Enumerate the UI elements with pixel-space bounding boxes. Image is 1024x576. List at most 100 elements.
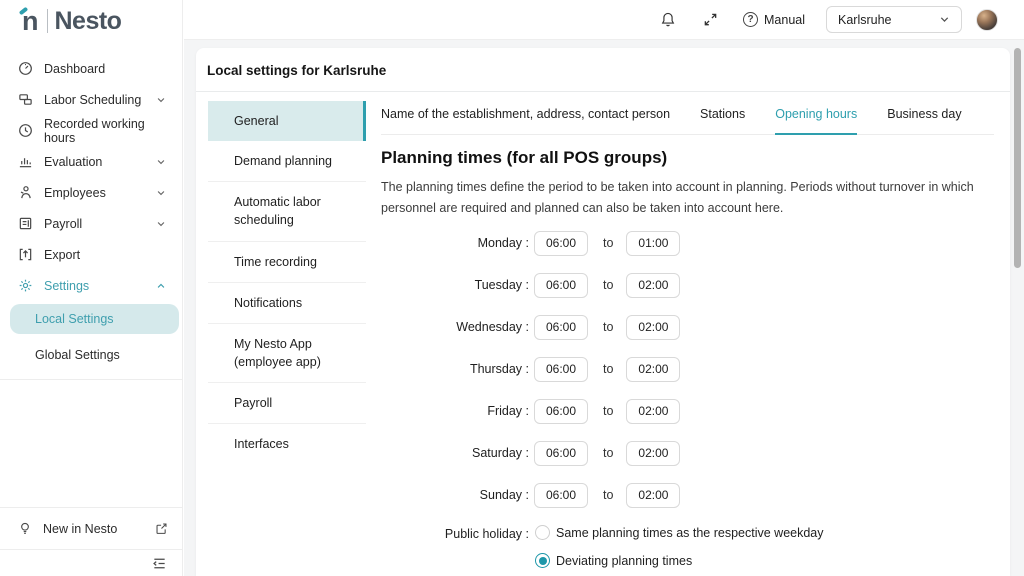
sunday-end-input[interactable] (626, 483, 680, 508)
logo-n-glyph: n (22, 8, 39, 35)
schedule-icon (18, 92, 33, 107)
tab-stations[interactable]: Stations (700, 92, 745, 134)
day-row-tuesday: Tuesday : to (381, 264, 994, 306)
clock-icon (18, 123, 33, 138)
thursday-end-input[interactable] (626, 357, 680, 382)
location-select-value: Karlsruhe (838, 13, 892, 27)
tuesday-end-input[interactable] (626, 273, 680, 298)
nav-item-label: Time recording (234, 255, 317, 269)
day-label: Tuesday : (381, 278, 529, 292)
to-label: to (603, 320, 613, 334)
day-row-monday: Monday : to (381, 222, 994, 264)
chevron-down-icon (156, 157, 166, 167)
day-row-friday: Friday : to (381, 390, 994, 432)
settings-nav: General Demand planning Automatic labor … (196, 92, 366, 576)
chevron-down-icon (156, 95, 166, 105)
manual-label: Manual (764, 13, 805, 27)
notifications-bell-icon[interactable] (660, 11, 676, 28)
content-area: Local settings for Karlsruhe General Dem… (184, 40, 1024, 576)
logo-divider (47, 9, 48, 33)
sidebar-item-label: Employees (44, 186, 106, 200)
settings-nav-automatic-labor-scheduling[interactable]: Automatic labor scheduling (208, 182, 366, 241)
sidebar-item-recorded-working-hours[interactable]: Recorded working hours (0, 115, 182, 146)
settings-nav-general[interactable]: General (208, 101, 366, 141)
sidebar: n Nesto Dashboard Labor Scheduling (0, 0, 183, 576)
nav-item-label: My Nesto App (employee app) (234, 337, 321, 369)
sidebar-item-label: Evaluation (44, 155, 102, 169)
radio-deviating-planning-times[interactable]: Deviating planning times (535, 553, 824, 568)
day-label: Monday : (381, 236, 529, 250)
person-icon (18, 185, 33, 200)
nav-item-label: Interfaces (234, 437, 289, 451)
sidebar-divider (0, 379, 182, 380)
settings-pane: Name of the establishment, address, cont… (366, 92, 1010, 576)
sidebar-item-label: Labor Scheduling (44, 93, 141, 107)
tab-bar: Name of the establishment, address, cont… (381, 92, 994, 135)
friday-end-input[interactable] (626, 399, 680, 424)
to-label: to (603, 404, 613, 418)
saturday-end-input[interactable] (626, 441, 680, 466)
day-label: Wednesday : (381, 320, 529, 334)
sunday-start-input[interactable] (534, 483, 588, 508)
friday-start-input[interactable] (534, 399, 588, 424)
sidebar-item-global-settings[interactable]: Global Settings (0, 340, 182, 370)
external-link-icon (155, 522, 168, 535)
sidebar-item-dashboard[interactable]: Dashboard (0, 53, 182, 84)
radio-unchecked-icon (535, 525, 550, 540)
new-in-nesto-link[interactable]: New in Nesto (0, 507, 182, 549)
tab-name-address-contact[interactable]: Name of the establishment, address, cont… (381, 92, 670, 134)
sidebar-item-settings[interactable]: Settings (0, 270, 182, 301)
saturday-start-input[interactable] (534, 441, 588, 466)
sidebar-item-labor-scheduling[interactable]: Labor Scheduling (0, 84, 182, 115)
user-avatar[interactable] (976, 9, 998, 31)
sidebar-item-employees[interactable]: Employees (0, 177, 182, 208)
fullscreen-expand-icon[interactable] (703, 12, 718, 27)
bar-chart-icon (18, 154, 33, 169)
chevron-up-icon (156, 281, 166, 291)
vertical-scrollbar-thumb[interactable] (1014, 48, 1021, 268)
settings-nav-notifications[interactable]: Notifications (208, 283, 366, 324)
sidebar-item-evaluation[interactable]: Evaluation (0, 146, 182, 177)
location-select[interactable]: Karlsruhe (826, 6, 962, 33)
monday-end-input[interactable] (626, 231, 680, 256)
sidebar-subitem-label: Local Settings (35, 312, 114, 326)
collapse-sidebar-icon[interactable] (152, 556, 167, 571)
settings-nav-interfaces[interactable]: Interfaces (208, 424, 366, 464)
day-row-thursday: Thursday : to (381, 348, 994, 390)
settings-nav-demand-planning[interactable]: Demand planning (208, 141, 366, 182)
nav-item-label: Demand planning (234, 154, 332, 168)
logo-wordmark: Nesto (55, 7, 122, 36)
planning-times-form: Monday : to Tuesday : to (381, 222, 994, 576)
manual-help-button[interactable]: ? Manual (743, 12, 805, 27)
settings-nav-payroll[interactable]: Payroll (208, 383, 366, 424)
wednesday-start-input[interactable] (534, 315, 588, 340)
sidebar-item-local-settings[interactable]: Local Settings (10, 304, 179, 334)
topbar: ? Manual Karlsruhe (184, 0, 1024, 40)
nesto-logo[interactable]: n Nesto (0, 0, 182, 42)
nav-item-label: Payroll (234, 396, 272, 410)
tab-opening-hours[interactable]: Opening hours (775, 92, 857, 135)
settings-nav-my-nesto-app[interactable]: My Nesto App (employee app) (208, 324, 366, 383)
settings-nav-time-recording[interactable]: Time recording (208, 242, 366, 283)
sidebar-item-label: Export (44, 248, 80, 262)
to-label: to (603, 446, 613, 460)
to-label: to (603, 278, 613, 292)
day-label: Thursday : (381, 362, 529, 376)
sidebar-item-label: Recorded working hours (44, 117, 166, 145)
day-label: Friday : (381, 404, 529, 418)
sidebar-item-payroll[interactable]: Payroll (0, 208, 182, 239)
thursday-start-input[interactable] (534, 357, 588, 382)
public-holiday-label: Public holiday : (381, 525, 529, 576)
radio-same-planning-times[interactable]: Same planning times as the respective we… (535, 525, 824, 540)
sidebar-item-export[interactable]: Export (0, 239, 182, 270)
sidebar-collapse-bar (0, 549, 182, 576)
to-label: to (603, 362, 613, 376)
tuesday-start-input[interactable] (534, 273, 588, 298)
lightbulb-icon (18, 521, 32, 536)
tab-business-day[interactable]: Business day (887, 92, 961, 134)
sidebar-subitem-label: Global Settings (35, 348, 120, 362)
wednesday-end-input[interactable] (626, 315, 680, 340)
monday-start-input[interactable] (534, 231, 588, 256)
sidebar-footer: New in Nesto (0, 507, 182, 576)
new-in-nesto-label: New in Nesto (43, 522, 117, 536)
